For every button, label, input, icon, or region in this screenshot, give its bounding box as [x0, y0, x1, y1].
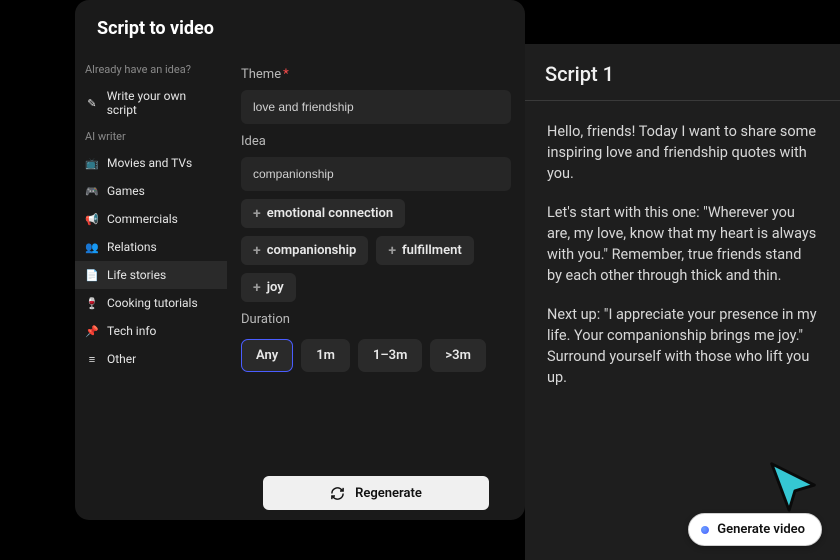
wine-icon: 🍷 — [85, 296, 99, 310]
form-area: Theme* Idea + emotional connection + com… — [227, 57, 525, 520]
sidebar-item-relations[interactable]: 👥 Relations — [75, 233, 227, 261]
sidebar-item-label: Tech info — [107, 324, 156, 338]
script-panel: Script 1 Hello, friends! Today I want to… — [525, 44, 840, 560]
sidebar-item-commercials[interactable]: 📢 Commercials — [75, 205, 227, 233]
plus-icon: + — [253, 207, 261, 221]
duration-any[interactable]: Any — [241, 339, 293, 372]
script-paragraph: Hello, friends! Today I want to share so… — [547, 121, 818, 184]
write-own-label: Write your own script — [107, 89, 217, 117]
regenerate-label: Regenerate — [355, 486, 422, 501]
plus-icon: + — [388, 244, 396, 258]
duration-1-3m[interactable]: 1–3m — [358, 339, 422, 372]
megaphone-icon: 📢 — [85, 212, 99, 226]
tv-icon: 📺 — [85, 156, 99, 170]
chip-label: emotional connection — [267, 206, 393, 221]
panel-title: Script to video — [97, 18, 503, 39]
script-body: Hello, friends! Today I want to share so… — [525, 101, 840, 426]
chip-label: joy — [267, 280, 284, 295]
chip-label: companionship — [267, 243, 357, 258]
refresh-icon — [330, 486, 345, 501]
regenerate-button[interactable]: Regenerate — [263, 476, 489, 510]
sidebar-item-movies[interactable]: 📺 Movies and TVs — [75, 149, 227, 177]
panel-header: Script to video — [75, 0, 525, 57]
plus-icon: + — [253, 281, 261, 295]
duration-3m[interactable]: >3m — [430, 339, 485, 372]
suggestion-chip[interactable]: + companionship — [241, 236, 368, 265]
suggestion-row: + emotional connection + companionship +… — [241, 199, 511, 302]
plus-icon: + — [253, 244, 261, 258]
document-icon: 📄 — [85, 268, 99, 282]
sidebar: Already have an idea? ✎ Write your own s… — [75, 57, 227, 520]
chip-label: fulfillment — [402, 243, 462, 258]
suggestion-chip[interactable]: + emotional connection — [241, 199, 405, 228]
script-to-video-panel: Script to video Already have an idea? ✎ … — [75, 0, 525, 520]
theme-label: Theme* — [241, 67, 511, 82]
sidebar-item-label: Games — [107, 184, 145, 198]
theme-input[interactable] — [241, 90, 511, 124]
script-title: Script 1 — [545, 62, 820, 86]
gamepad-icon: 🎮 — [85, 184, 99, 198]
write-own-script[interactable]: ✎ Write your own script — [75, 82, 227, 124]
suggestion-chip[interactable]: + fulfillment — [376, 236, 473, 265]
sidebar-item-label: Cooking tutorials — [107, 296, 198, 310]
sidebar-item-label: Relations — [107, 240, 157, 254]
sidebar-item-games[interactable]: 🎮 Games — [75, 177, 227, 205]
duration-1m[interactable]: 1m — [301, 339, 350, 372]
sidebar-item-life-stories[interactable]: 📄 Life stories — [75, 261, 227, 289]
sidebar-item-other[interactable]: ≡ Other — [75, 345, 227, 373]
suggestion-chip[interactable]: + joy — [241, 273, 296, 302]
generate-video-button[interactable]: Generate video — [688, 513, 822, 546]
script-paragraph: Let's start with this one: "Wherever you… — [547, 202, 818, 286]
idea-input[interactable] — [241, 157, 511, 191]
menu-icon: ≡ — [85, 352, 99, 366]
duration-row: Any 1m 1–3m >3m — [241, 339, 511, 372]
sidebar-item-label: Life stories — [107, 268, 166, 282]
script-header: Script 1 — [525, 44, 840, 101]
script-paragraph: Next up: "I appreciate your presence in … — [547, 304, 818, 388]
sidebar-item-label: Commercials — [107, 212, 178, 226]
sidebar-heading-ai: AI writer — [75, 124, 227, 149]
sidebar-item-cooking[interactable]: 🍷 Cooking tutorials — [75, 289, 227, 317]
people-icon: 👥 — [85, 240, 99, 254]
sidebar-heading-idea: Already have an idea? — [75, 57, 227, 82]
duration-label: Duration — [241, 312, 511, 327]
panel-body: Already have an idea? ✎ Write your own s… — [75, 57, 525, 520]
pencil-icon: ✎ — [85, 96, 99, 110]
sidebar-item-tech[interactable]: 📌 Tech info — [75, 317, 227, 345]
generate-label: Generate video — [717, 522, 805, 537]
sidebar-item-label: Other — [107, 352, 136, 366]
idea-label: Idea — [241, 134, 511, 149]
sidebar-item-label: Movies and TVs — [107, 156, 192, 170]
sparkle-icon — [701, 526, 709, 534]
pin-icon: 📌 — [85, 324, 99, 338]
